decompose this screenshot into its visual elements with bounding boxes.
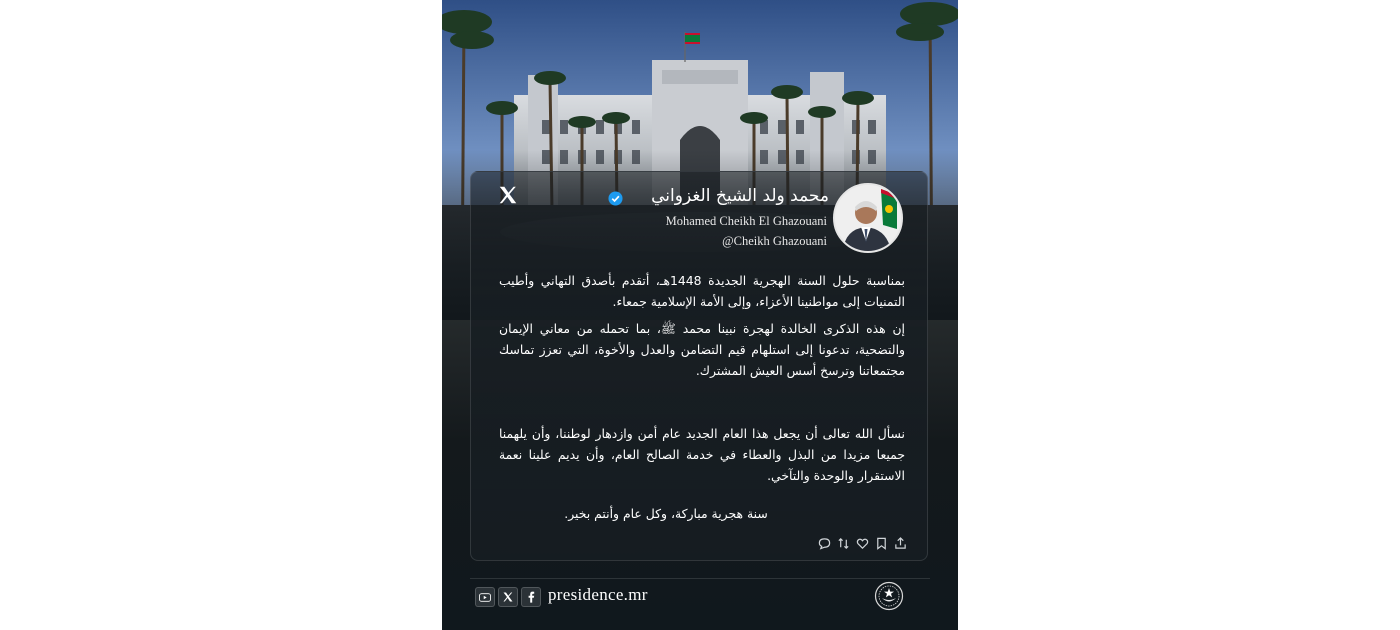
website-link[interactable]: presidence.mr — [548, 585, 648, 605]
account-name-arabic: محمد ولد الشيخ الغزواني — [651, 186, 829, 206]
post-card: محمد ولد الشيخ الغزواني Mohamed Cheikh E… — [470, 171, 928, 561]
post-paragraph: بمناسبة حلول السنة الهجرية الجديدة 1448ه… — [499, 273, 906, 309]
post-closing-line: سنة هجرية مباركة، وكل عام وأنتم بخير. — [564, 506, 768, 521]
bookmark-icon[interactable] — [875, 535, 888, 550]
youtube-icon[interactable] — [475, 587, 495, 607]
x-logo-icon[interactable] — [497, 184, 519, 206]
verified-badge-icon — [608, 191, 623, 206]
facebook-icon[interactable] — [521, 587, 541, 607]
presidential-emblem-icon — [874, 581, 904, 611]
post-paragraph: إن هذه الذكرى الخالدة لهجرة نبينا محمد ﷺ… — [499, 321, 905, 378]
post-actions — [818, 535, 907, 551]
account-name-english: Mohamed Cheikh El Ghazouani — [665, 214, 827, 228]
like-icon[interactable] — [856, 535, 869, 549]
post-paragraph: نسأل الله تعالى أن يجعل هذا العام الجديد… — [499, 426, 905, 483]
reply-icon[interactable] — [818, 535, 831, 550]
avatar-portrait — [835, 185, 901, 251]
x-icon[interactable] — [498, 587, 518, 607]
poster: محمد ولد الشيخ الغزواني Mohamed Cheikh E… — [442, 0, 958, 630]
account-handle[interactable]: @Cheikh Ghazouani — [722, 234, 827, 249]
share-icon[interactable] — [894, 535, 907, 549]
repost-icon[interactable] — [837, 535, 850, 549]
footer-divider — [470, 578, 930, 579]
avatar[interactable] — [833, 183, 903, 253]
